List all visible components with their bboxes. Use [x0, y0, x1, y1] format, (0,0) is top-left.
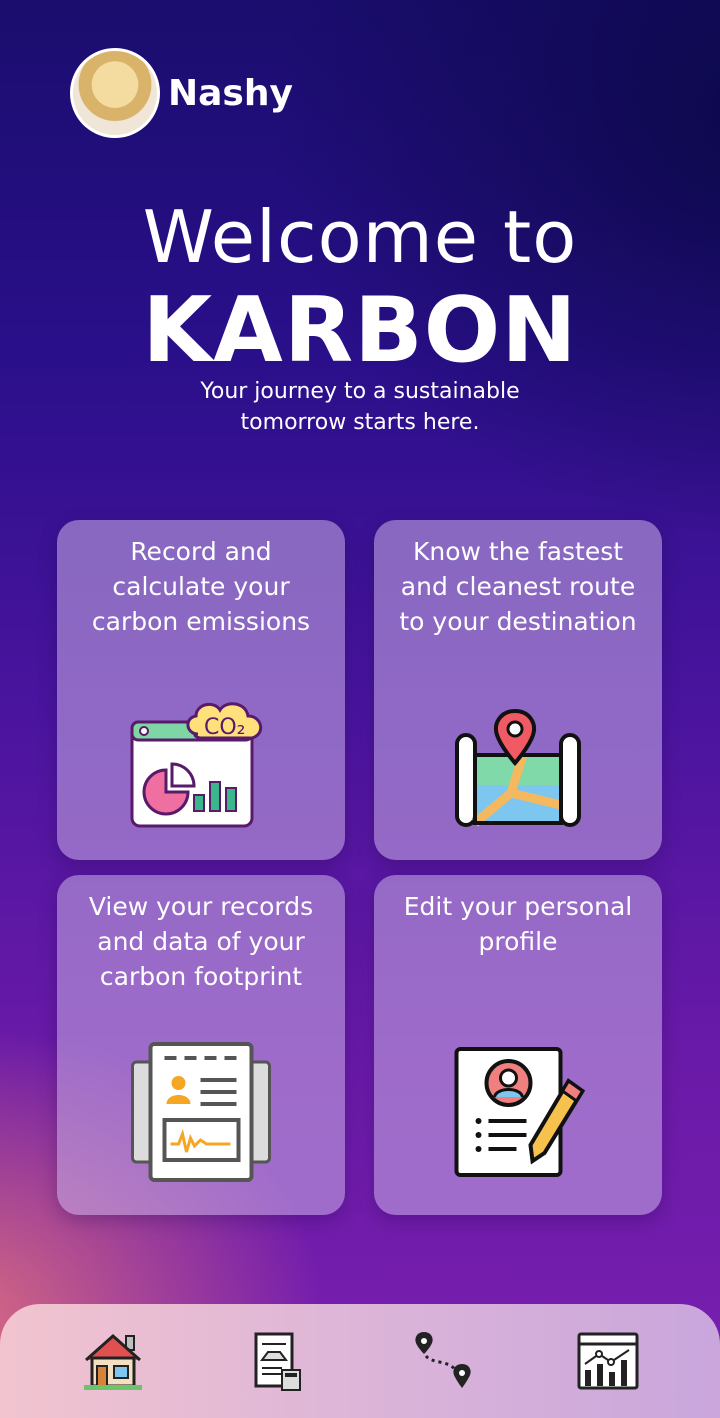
profile-header[interactable]: Nashy — [70, 48, 293, 138]
profile-edit-icon — [454, 1047, 586, 1177]
route-icon — [414, 1332, 471, 1388]
brand-title: KARBON — [142, 278, 578, 383]
map-route-icon — [455, 708, 581, 827]
tagline-line-2: tomorrow starts here. — [240, 410, 480, 435]
card-label: View your records and data of your carbo… — [88, 892, 314, 991]
card-label: Know the fastest and cleanest route to y… — [399, 537, 637, 636]
view-records-card[interactable]: View your records and data of your carbo… — [57, 875, 345, 1215]
analytics-icon — [577, 1332, 638, 1390]
avatar[interactable] — [70, 48, 160, 138]
welcome-heading: Welcome to — [142, 195, 578, 279]
status-bar — [0, 0, 720, 36]
username: Nashy — [168, 72, 293, 114]
route-card[interactable]: Know the fastest and cleanest route to y… — [374, 520, 662, 860]
record-emissions-card[interactable]: Record and calculate your carbon emissio… — [57, 520, 345, 860]
calculator-icon — [254, 1332, 301, 1391]
tagline: Your journey to a sustainable tomorrow s… — [0, 376, 720, 438]
nav-home[interactable] — [73, 1321, 153, 1401]
tagline-line-1: Your journey to a sustainable — [200, 379, 520, 404]
card-label: Edit your personal profile — [403, 892, 633, 956]
bottom-navigation — [0, 1304, 720, 1418]
home-icon — [83, 1333, 142, 1390]
nav-route[interactable] — [403, 1321, 483, 1401]
svg-text:CO₂: CO₂ — [204, 715, 246, 740]
records-document-icon — [131, 1042, 271, 1182]
nav-analytics[interactable] — [568, 1321, 648, 1401]
card-label: Record and calculate your carbon emissio… — [91, 537, 311, 636]
nav-calculator[interactable] — [238, 1321, 318, 1401]
edit-profile-card[interactable]: Edit your personal profile — [374, 875, 662, 1215]
co2-report-icon: CO₂ — [130, 702, 263, 828]
